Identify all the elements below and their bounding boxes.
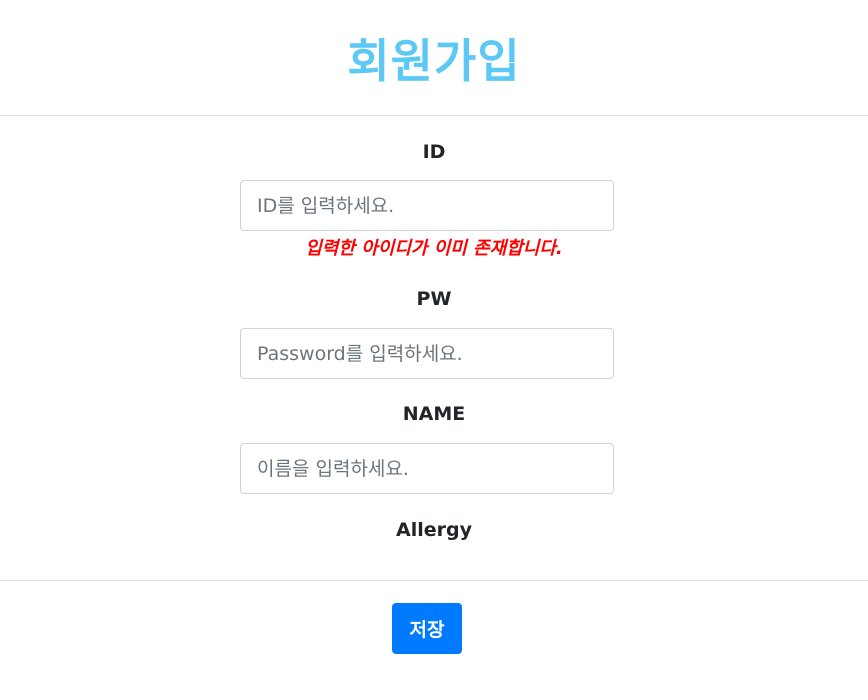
id-input[interactable] [240, 180, 614, 231]
pw-label: PW [416, 288, 452, 310]
id-error-message: 입력한 아이디가 이미 존재합니다. [305, 238, 563, 259]
save-button[interactable]: 저장 [392, 603, 462, 654]
modal-footer: 저장 [0, 580, 868, 700]
id-label: ID [422, 141, 446, 163]
modal-header: 회원가입 [0, 0, 868, 116]
page-title: 회원가입 [347, 33, 521, 88]
name-label: NAME [402, 403, 466, 425]
name-input[interactable] [240, 443, 614, 494]
signup-page: 회원가입 ID 입력한 아이디가 이미 존재합니다. PW NAME Aller… [0, 0, 868, 700]
signup-form: ID 입력한 아이디가 이미 존재합니다. PW NAME Allergy [0, 116, 868, 580]
password-input[interactable] [240, 328, 614, 379]
allergy-label: Allergy [396, 519, 472, 541]
